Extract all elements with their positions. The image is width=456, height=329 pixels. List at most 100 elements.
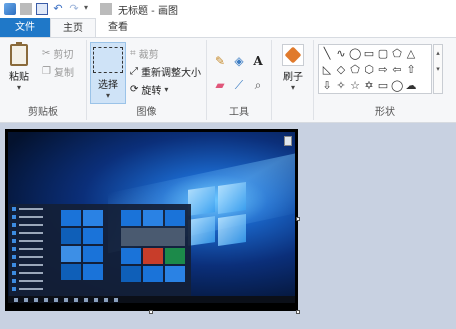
- start-tile: [143, 248, 163, 264]
- crop-icon: ⌗: [130, 48, 136, 59]
- start-tile: [83, 264, 103, 280]
- rotate-icon: ⟳: [130, 84, 139, 95]
- four-point-star-shape-icon[interactable]: ✧: [335, 80, 347, 92]
- diamond-shape-icon[interactable]: ◇: [335, 64, 347, 76]
- start-tile: [165, 210, 185, 226]
- five-point-star-shape-icon[interactable]: ☆: [349, 80, 361, 92]
- start-tile: [121, 248, 141, 264]
- select-label: 选择: [98, 80, 118, 91]
- magnifier-icon[interactable]: ⌕: [251, 78, 265, 92]
- save-icon[interactable]: [36, 3, 48, 15]
- eraser-icon[interactable]: ▰: [213, 78, 227, 92]
- paste-label: 粘贴: [9, 72, 29, 83]
- oval-shape-icon[interactable]: ◯: [349, 48, 361, 60]
- paint-app-icon[interactable]: [4, 3, 16, 15]
- tab-view[interactable]: 查看: [96, 18, 140, 37]
- brushes-button[interactable]: 刷子 ▾: [276, 44, 310, 92]
- curve-shape-icon[interactable]: ∿: [335, 48, 347, 60]
- clipboard-group-label: 剪贴板: [28, 107, 58, 118]
- start-tile: [61, 246, 81, 262]
- windows-logo-icon: [188, 182, 248, 246]
- start-tile: [61, 228, 81, 244]
- copy-button[interactable]: ❐ 复制: [42, 64, 74, 79]
- quick-access-toolbar: ↶ ↷ ▾: [0, 3, 112, 15]
- chevron-down-icon: ▾: [105, 91, 110, 100]
- six-point-star-shape-icon[interactable]: ✡: [363, 80, 375, 92]
- start-tile: [165, 266, 185, 282]
- canvas-resize-handle-bottom[interactable]: [149, 310, 153, 314]
- image-canvas[interactable]: [5, 129, 298, 311]
- window-title: 无标题 - 画图: [118, 5, 178, 17]
- crop-label: 裁剪: [138, 50, 159, 61]
- tab-home[interactable]: 主页: [50, 18, 96, 37]
- tools-group: ✎ ◈ A ▰ ⟋ ⌕ 工具: [207, 40, 272, 120]
- color-picker-icon[interactable]: ⟋: [232, 78, 246, 92]
- tools-group-label: 工具: [229, 107, 249, 118]
- text-tool-icon[interactable]: A: [251, 54, 265, 68]
- start-tile: [83, 228, 103, 244]
- resize-icon: ⤢: [130, 66, 138, 77]
- hexagon-shape-icon[interactable]: ⬡: [363, 64, 375, 76]
- clipboard-icon: [10, 42, 28, 66]
- line-shape-icon[interactable]: ╲: [321, 48, 333, 60]
- start-tile: [83, 246, 103, 262]
- crop-button[interactable]: ⌗ 裁剪: [130, 46, 159, 61]
- cut-button[interactable]: ✂ 剪切: [42, 46, 73, 61]
- start-menu-app-list: [9, 204, 53, 296]
- resize-label: 重新调整大小: [141, 68, 201, 79]
- recycle-bin-icon: [284, 136, 292, 146]
- start-tile: [143, 266, 163, 282]
- up-arrow-shape-icon[interactable]: ⇧: [405, 64, 417, 76]
- ribbon-tabs: 文件 主页 查看: [0, 18, 456, 37]
- start-tile: [83, 210, 103, 226]
- start-tile: [121, 266, 141, 282]
- chevron-down-icon: ▾: [290, 83, 295, 92]
- ribbon: 粘贴 ▾ ✂ 剪切 ❐ 复制 剪贴板 选择 ▾ ⌗ 裁剪 ⤢ 重新调整大小 ⟳ …: [0, 37, 456, 123]
- scissors-icon: ✂: [42, 48, 51, 59]
- taskbar: [8, 296, 295, 303]
- copy-icon: ❐: [42, 66, 51, 77]
- callout-shape-icon[interactable]: ▭: [377, 80, 389, 92]
- pentagon-shape-icon[interactable]: ⬠: [349, 64, 361, 76]
- fill-bucket-icon[interactable]: ◈: [232, 54, 246, 68]
- customize-toolbar-chevron-icon[interactable]: ▾: [84, 3, 96, 15]
- paste-button[interactable]: 粘贴 ▾: [4, 42, 34, 92]
- tab-file[interactable]: 文件: [0, 18, 50, 37]
- oval-callout-shape-icon[interactable]: ◯: [391, 80, 403, 92]
- start-tile: [143, 210, 163, 226]
- resize-button[interactable]: ⤢ 重新调整大小: [130, 64, 201, 79]
- start-menu: [9, 204, 191, 296]
- triangle-shape-icon[interactable]: △: [405, 48, 417, 60]
- rotate-button[interactable]: ⟳ 旋转 ▾: [130, 82, 168, 97]
- cloud-callout-shape-icon[interactable]: ☁: [405, 80, 417, 92]
- right-arrow-shape-icon[interactable]: ⇨: [377, 64, 389, 76]
- left-arrow-shape-icon[interactable]: ⇦: [391, 64, 403, 76]
- toolbar-divider: [20, 3, 32, 15]
- brush-icon: [282, 44, 304, 66]
- photo-tile: [121, 228, 185, 246]
- image-group: 选择 ▾ ⌗ 裁剪 ⤢ 重新调整大小 ⟳ 旋转 ▾ 图像: [87, 40, 207, 120]
- right-triangle-shape-icon[interactable]: ◺: [321, 64, 333, 76]
- shapes-gallery[interactable]: ╲ ∿ ◯ ▭ ▢ ⬠ △ ◺ ◇ ⬠ ⬡ ⇨ ⇦ ⇧ ⇩ ✧ ☆ ✡ ▭ ◯ …: [318, 44, 432, 94]
- start-tile: [165, 248, 185, 264]
- shapes-gallery-scroll[interactable]: ▴ ▾: [433, 44, 443, 94]
- windows-desktop-screenshot: [8, 132, 295, 303]
- down-arrow-shape-icon[interactable]: ⇩: [321, 80, 333, 92]
- canvas-resize-handle-right[interactable]: [296, 217, 300, 221]
- rotate-label: 旋转: [141, 86, 162, 97]
- rectangle-shape-icon[interactable]: ▭: [363, 48, 375, 60]
- chevron-down-icon: ▾: [164, 85, 169, 94]
- rounded-rectangle-shape-icon[interactable]: ▢: [377, 48, 389, 60]
- redo-icon[interactable]: ↷: [68, 3, 80, 15]
- pencil-icon[interactable]: ✎: [213, 54, 227, 68]
- toolbar-divider: [100, 3, 112, 15]
- canvas-resize-handle-corner[interactable]: [296, 310, 300, 314]
- start-tile: [61, 264, 81, 280]
- undo-icon[interactable]: ↶: [52, 3, 64, 15]
- select-button[interactable]: 选择 ▾: [90, 42, 126, 104]
- chevron-down-icon: ▾: [16, 83, 21, 92]
- canvas-area[interactable]: [0, 123, 456, 329]
- clipboard-group: 粘贴 ▾ ✂ 剪切 ❐ 复制 剪贴板: [0, 40, 87, 120]
- start-tile: [121, 210, 141, 226]
- polygon-shape-icon[interactable]: ⬠: [391, 48, 403, 60]
